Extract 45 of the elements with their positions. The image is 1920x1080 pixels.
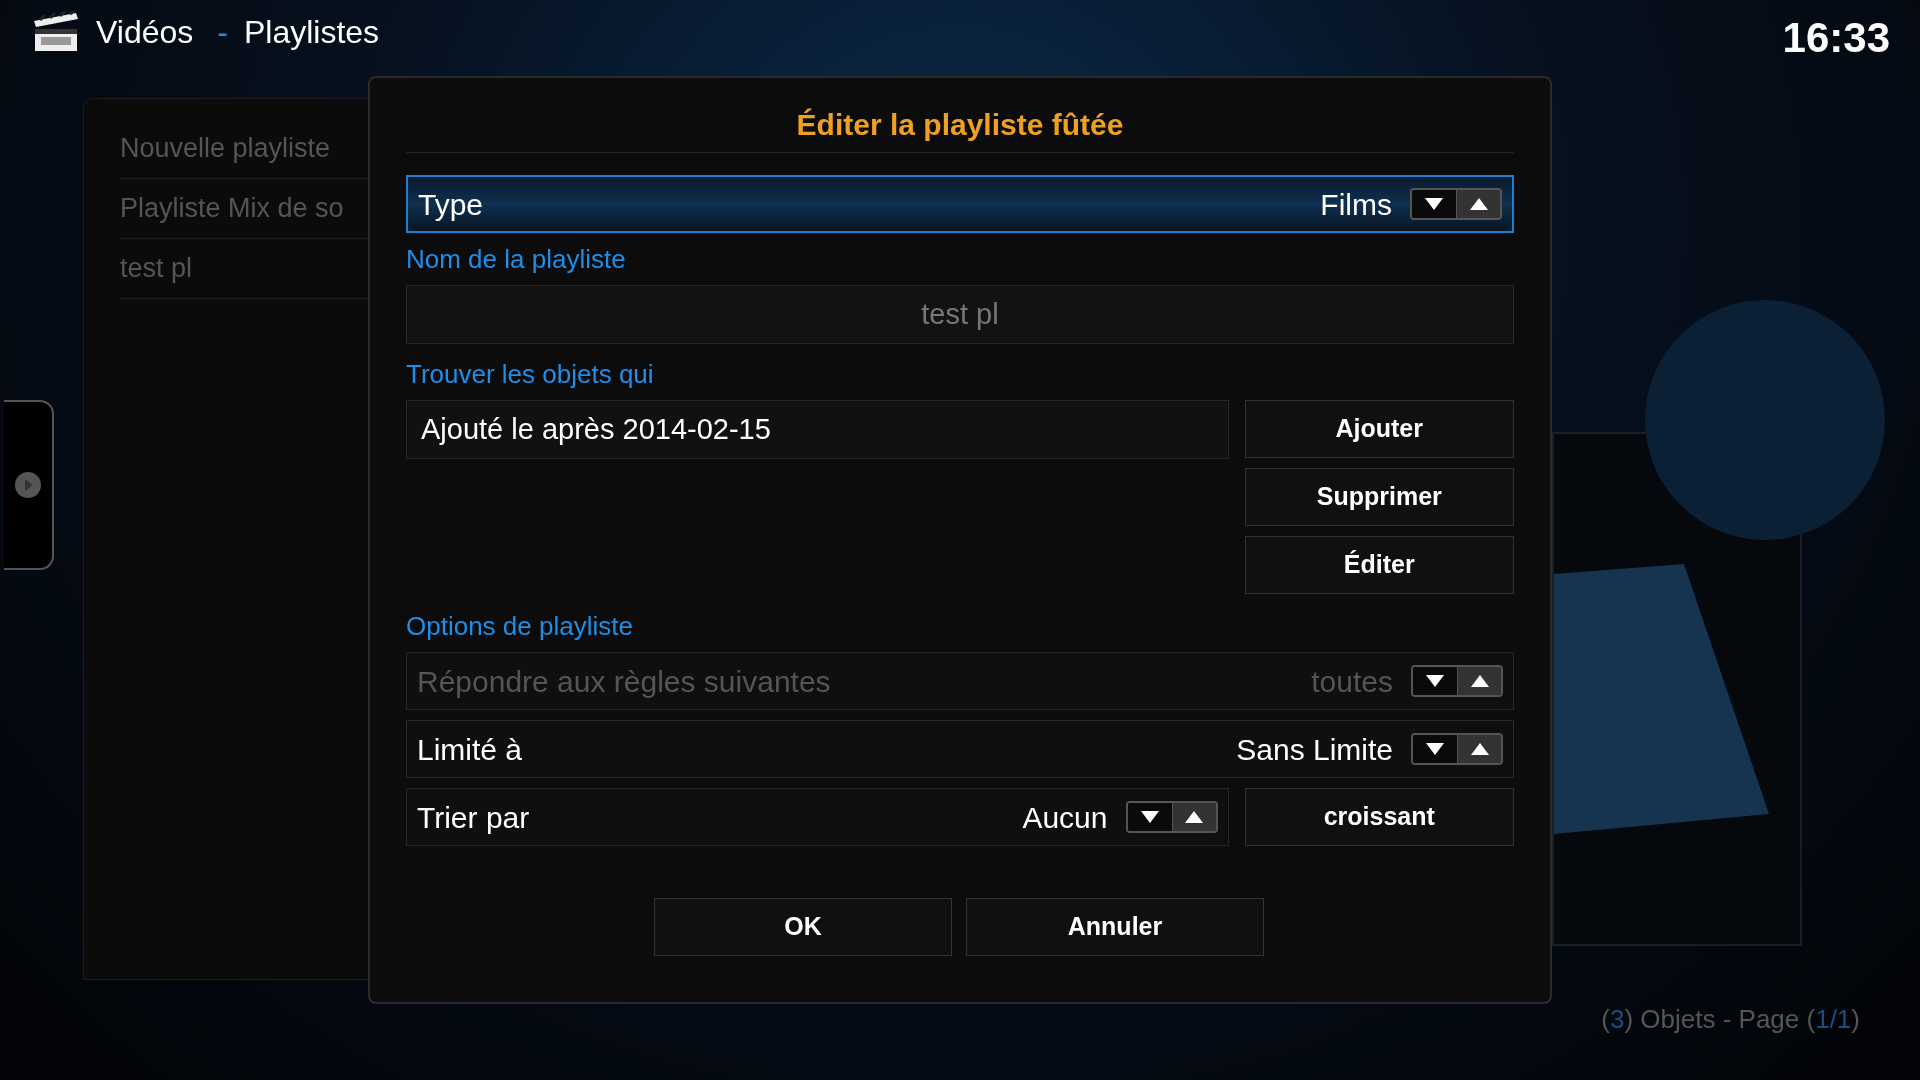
down-arrow-icon xyxy=(1425,674,1445,688)
increase-button[interactable] xyxy=(1171,803,1216,831)
setting-label: Répondre aux règles suivantes xyxy=(417,663,831,700)
section-title: Vidéos xyxy=(96,13,194,52)
rule-item[interactable]: Ajouté le après 2014-02-15 xyxy=(406,400,1229,459)
section-heading: Nom de la playliste xyxy=(406,243,627,276)
dialog-title: Éditer la playliste fûtée xyxy=(796,106,1124,143)
page-title: Playlistes xyxy=(243,13,380,52)
dialog-button[interactable]: croissant xyxy=(1244,788,1514,846)
down-arrow-icon xyxy=(1139,810,1160,824)
section-heading: Options de playliste xyxy=(406,610,634,643)
dialog-button[interactable]: Éditer xyxy=(1244,536,1514,594)
up-arrow-icon xyxy=(1469,674,1490,688)
setting-value: toutes xyxy=(1311,663,1393,700)
spinner-row[interactable]: Limité à Sans Limite xyxy=(406,720,1514,778)
title-separator: - xyxy=(217,13,228,52)
dialog-button[interactable]: OK xyxy=(654,898,952,956)
setting-value: Aucun xyxy=(1022,799,1108,836)
status-text: (3) Objets - Page (1/1) xyxy=(1601,1003,1860,1036)
decrease-button[interactable] xyxy=(1412,190,1456,218)
setting-label: Trier par xyxy=(417,799,530,836)
name-field[interactable]: test pl xyxy=(406,285,1514,344)
setting-label: Limité à xyxy=(417,731,523,768)
setting-label: Type xyxy=(418,186,484,223)
down-arrow-icon xyxy=(1424,197,1444,211)
decrease-button[interactable] xyxy=(1413,735,1457,763)
up-arrow-icon xyxy=(1469,742,1490,756)
dialog-button[interactable]: Supprimer xyxy=(1244,468,1514,526)
down-arrow-icon xyxy=(1425,742,1445,756)
decrease-button[interactable] xyxy=(1127,803,1172,831)
setting-value: Films xyxy=(1320,186,1392,223)
clapperboard-icon xyxy=(32,11,80,53)
up-arrow-icon xyxy=(1184,810,1204,824)
increase-button[interactable] xyxy=(1456,190,1500,218)
dialog-button[interactable]: Ajouter xyxy=(1244,400,1514,458)
setting-value: Sans Limite xyxy=(1236,731,1393,768)
up-arrow-icon xyxy=(1468,197,1489,211)
side-menu-tab[interactable] xyxy=(4,400,54,570)
spinner-row[interactable]: Type Films xyxy=(406,175,1514,233)
increase-button[interactable] xyxy=(1457,735,1501,763)
play-icon xyxy=(14,471,42,499)
clock: 16:33 xyxy=(1782,13,1890,63)
section-heading: Trouver les objets qui xyxy=(406,358,655,391)
spinner-row[interactable]: Trier par Aucun xyxy=(406,788,1229,846)
dialog-button[interactable]: Annuler xyxy=(966,898,1264,956)
